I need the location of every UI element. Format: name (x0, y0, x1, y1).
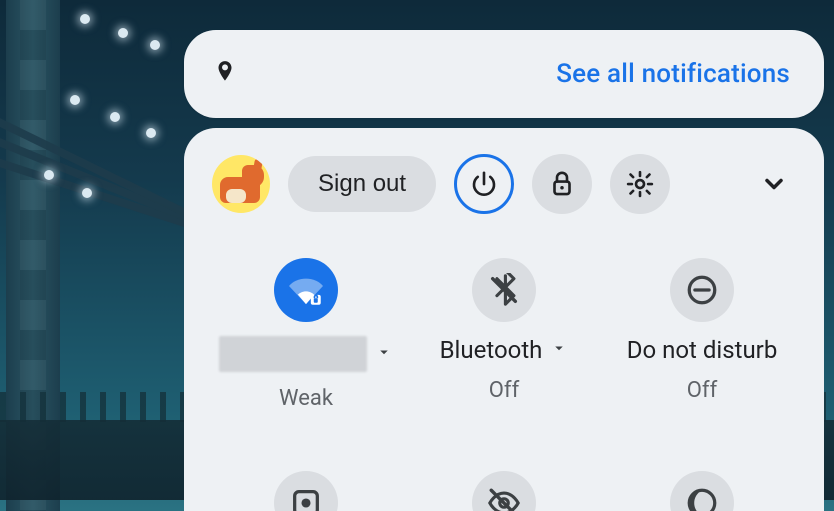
wifi-tile[interactable]: Weak (212, 258, 400, 411)
wifi-status: Weak (279, 386, 333, 411)
lock-button[interactable] (532, 154, 592, 214)
visibility-off-icon[interactable] (472, 471, 536, 511)
wifi-network-name-redacted (219, 336, 367, 372)
quick-settings-header: Sign out (212, 154, 796, 214)
do-not-disturb-label: Do not disturb (627, 336, 778, 364)
sign-out-button[interactable]: Sign out (288, 156, 436, 212)
bluetooth-label: Bluetooth (440, 336, 543, 364)
collapse-button[interactable] (752, 162, 796, 206)
caret-down-icon[interactable] (550, 339, 568, 361)
night-light-icon[interactable] (670, 471, 734, 511)
screen-capture-tile[interactable] (212, 471, 400, 511)
screen-capture-icon[interactable] (274, 471, 338, 511)
bluetooth-tile[interactable]: Bluetooth Off (410, 258, 598, 411)
location-pin-icon (212, 59, 238, 89)
quick-settings-panel: Sign out (184, 128, 824, 511)
notification-banner[interactable]: See all notifications (184, 30, 824, 118)
night-light-tile[interactable] (608, 471, 796, 511)
power-button[interactable] (454, 154, 514, 214)
see-all-notifications-link[interactable]: See all notifications (556, 59, 790, 89)
do-not-disturb-status: Off (687, 378, 717, 403)
visibility-off-tile[interactable] (410, 471, 598, 511)
do-not-disturb-icon[interactable] (670, 258, 734, 322)
settings-button[interactable] (610, 154, 670, 214)
bluetooth-status: Off (489, 378, 519, 403)
do-not-disturb-tile[interactable]: Do not disturb Off (608, 258, 796, 411)
avatar[interactable] (212, 155, 270, 213)
bluetooth-off-icon[interactable] (472, 258, 536, 322)
wifi-icon[interactable] (274, 258, 338, 322)
caret-down-icon[interactable] (375, 343, 393, 365)
